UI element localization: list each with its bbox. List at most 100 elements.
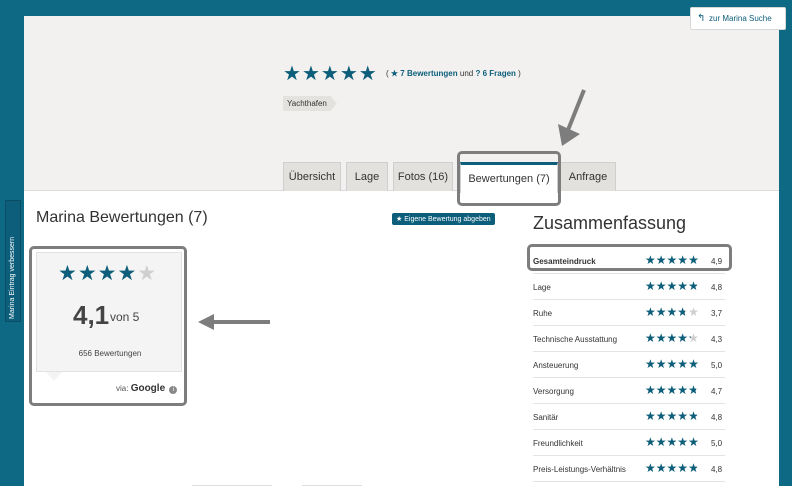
tab-anfrage[interactable]: Anfrage — [560, 162, 616, 191]
star-icon: ★★ — [320, 63, 339, 85]
star-icon: ★★ — [688, 383, 699, 397]
row-value: 5,0 — [711, 361, 723, 370]
back-to-search-label: zur Marina Suche — [709, 14, 772, 23]
star-icon: ★★ — [645, 435, 656, 449]
star-icon: ★★ — [358, 63, 377, 85]
star-icon: ★★ — [655, 409, 667, 423]
star-icon: ★★ — [645, 409, 656, 423]
star-icon: ★★ — [655, 461, 667, 475]
tab-fotos[interactable]: Fotos (16) — [393, 162, 453, 191]
row-label: Versorgung — [533, 387, 574, 396]
row-value: 4,8 — [711, 413, 723, 422]
star-icon: ★★ — [677, 435, 689, 449]
star-icon: ★ — [396, 216, 403, 223]
summary-row: Ruhe★★★★★★★★★★3,7 — [533, 300, 725, 326]
star-icon: ★★ — [645, 305, 656, 319]
star-icon: ★★ — [645, 331, 656, 345]
row-value: 4,8 — [711, 465, 723, 474]
summary-row: Freundlichkeit ★ ★ ★ ★ ★ ★ ★ ★ ★ ★ 5,0 — [533, 430, 725, 456]
star-icon: ★★ — [677, 357, 689, 371]
row-label: Lage — [533, 283, 551, 292]
back-to-search-button[interactable]: ↰ zur Marina Suche — [690, 7, 786, 30]
star-icon: ★★ — [666, 331, 678, 345]
header-meta: ( ★ 7 Bewertungen und ? 6 Fragen ) — [386, 69, 521, 78]
star-icon: ★★ — [655, 383, 667, 397]
row-label: Preis-Leistungs-Verhältnis — [533, 465, 626, 474]
tab-lage[interactable]: Lage — [346, 162, 388, 191]
reviews-link[interactable]: 7 Bewertungen — [400, 69, 457, 78]
star-icon: ★★ — [677, 331, 689, 345]
summary-row: Preis-Leistungs-Verhältnis ★ ★ ★ ★ ★ ★ ★ ★ ★ ★ 4,8 — [533, 456, 725, 482]
row-stars: ★★★★★★★★★★ — [645, 410, 699, 422]
tab-highlight-callout — [457, 151, 561, 206]
star-icon: ★★ — [688, 435, 699, 449]
summary-title: Zusammenfassung — [533, 213, 687, 233]
write-review-button[interactable]: ★ Eigene Bewertung abgeben — [392, 213, 495, 225]
write-review-label: Eigene Bewertung abgeben — [404, 216, 491, 223]
row-value: 5,0 — [711, 439, 723, 448]
row-stars: ★★★★★★★★★★ — [645, 280, 699, 292]
und-text: und — [459, 69, 474, 78]
overall-rating-callout — [527, 244, 732, 271]
page-title: Marina Bewertungen (7) — [36, 209, 208, 226]
star-icon: ★★ — [688, 279, 699, 293]
question-icon: ? — [475, 69, 481, 78]
row-stars: ★★★★★★★★★★ — [645, 306, 699, 318]
star-icon: ★★ — [677, 279, 689, 293]
star-icon: ★★ — [688, 331, 699, 345]
star-icon: ★★ — [666, 435, 678, 449]
arrow-left-icon — [198, 314, 270, 330]
star-icon: ★★ — [655, 279, 667, 293]
category-tag[interactable]: Yachthafen — [283, 96, 337, 111]
summary-row: Sanitär ★ ★ ★ ★ ★ ★ ★ ★ ★ ★ 4,8 — [533, 404, 725, 430]
star-icon: ★★ — [666, 305, 678, 319]
row-label: Ansteuerung — [533, 361, 579, 370]
star-icon: ★★ — [645, 279, 656, 293]
arrow-down-icon — [558, 89, 586, 146]
row-label: Technische Ausstattung — [533, 335, 618, 344]
star-icon: ★★ — [645, 461, 656, 475]
marina-header: ★ ★ ★ ★ ★ ★ ★ ★ ★ ★ ( ★ 7 Bewertungen und ? 6 Fra… — [24, 16, 779, 193]
row-stars: ★★★★★★★★★★ — [645, 358, 699, 370]
summary-row: Lage ★ ★ ★ ★ ★ ★ ★ ★ ★ ★ 4,8 — [533, 274, 725, 300]
star-icon: ★★ — [688, 461, 699, 475]
star-icon: ★★ — [666, 383, 678, 397]
star-icon: ★★ — [655, 435, 667, 449]
star-icon: ★★ — [655, 357, 667, 371]
improve-entry-label: Marina Eintrag verbessern — [9, 236, 16, 319]
improve-entry-tab[interactable]: Marina Eintrag verbessern — [5, 200, 21, 322]
star-icon: ★★ — [666, 357, 678, 371]
row-stars: ★★★★★★★★★★ — [645, 462, 699, 474]
summary-row: Versorgung ★ ★ ★ ★ ★ ★ ★ ★ ★ ★ 4,7 — [533, 378, 725, 404]
star-icon: ★★ — [645, 357, 656, 371]
row-value: 4,7 — [711, 387, 723, 396]
star-icon: ★★ — [339, 63, 358, 85]
star-icon: ★★ — [688, 305, 699, 319]
row-stars: ★★★★★★★★★★ — [645, 384, 699, 396]
summary-list: Gesamteindruck ★ ★ ★ ★ ★ ★ ★ ★ ★ ★ 4,9 Lage ★ ★ ★ ★ ★ ★ ★ ★… — [533, 248, 725, 482]
row-label: Ruhe — [533, 309, 553, 318]
star-icon: ★ — [390, 69, 399, 78]
reply-arrow-icon: ↰ — [697, 13, 706, 24]
star-icon: ★★ — [301, 63, 320, 85]
star-icon: ★★ — [655, 331, 667, 345]
row-value: 4,3 — [711, 335, 723, 344]
star-icon: ★★ — [688, 357, 699, 371]
row-stars: ★★★★★★★★★★ — [645, 436, 699, 448]
row-stars: ★★★★★★★★★★ — [645, 332, 699, 344]
row-value: 4,8 — [711, 283, 723, 292]
rating-card-callout — [29, 246, 187, 406]
star-icon: ★★ — [677, 383, 689, 397]
star-icon: ★★ — [677, 409, 689, 423]
star-icon: ★★ — [688, 409, 699, 423]
star-icon: ★★ — [666, 279, 678, 293]
star-icon: ★★ — [645, 383, 656, 397]
questions-link[interactable]: 6 Fragen — [483, 69, 516, 78]
page: ★ ★ ★ ★ ★ ★ ★ ★ ★ ★ ( ★ 7 Bewertungen und ? 6 Fra… — [24, 16, 779, 486]
star-icon: ★★ — [677, 461, 689, 475]
star-icon: ★★ — [283, 63, 301, 85]
row-label: Freundlichkeit — [533, 439, 583, 448]
summary-row: Technische Ausstattung★★★★★★★★★★4,3 — [533, 326, 725, 352]
tab-uebersicht[interactable]: Übersicht — [283, 162, 341, 191]
header-rating-stars: ★ ★ ★ ★ ★ ★ ★ ★ ★ ★ — [283, 64, 378, 85]
